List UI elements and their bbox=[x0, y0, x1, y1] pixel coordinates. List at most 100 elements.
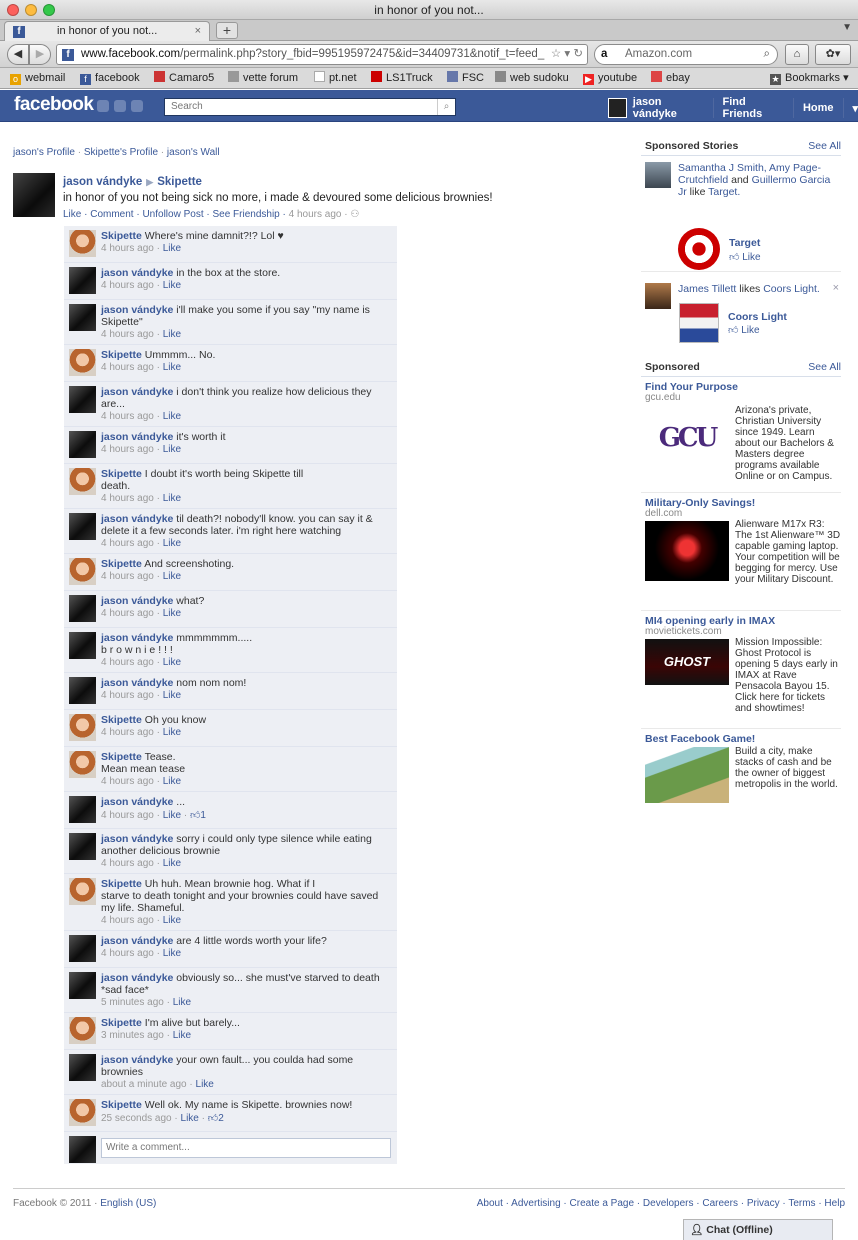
game-city-image[interactable] bbox=[645, 747, 729, 803]
facebook-logo[interactable]: facebook bbox=[14, 94, 94, 116]
browser-tab[interactable]: f in honor of you not... × bbox=[4, 21, 210, 41]
commenter-avatar[interactable] bbox=[69, 1017, 96, 1044]
comment-like-link[interactable]: Like bbox=[163, 280, 181, 291]
commenter-avatar[interactable] bbox=[69, 558, 96, 585]
comment-like-link[interactable]: Like bbox=[163, 657, 181, 668]
comment-like-link[interactable]: Like bbox=[163, 243, 181, 254]
comment-like-link[interactable]: Like bbox=[163, 329, 181, 340]
commenter-avatar[interactable] bbox=[69, 431, 96, 458]
ad-dell[interactable]: Military-Only Savings! dell.com Alienwar… bbox=[641, 497, 841, 611]
comment-like-link[interactable]: Like bbox=[163, 571, 181, 582]
commenter-avatar[interactable] bbox=[69, 632, 96, 659]
comment-input[interactable]: Write a comment... bbox=[101, 1138, 391, 1158]
addon-menu-button[interactable]: ✿▾ bbox=[815, 44, 851, 65]
commenter-name-link[interactable]: jason vándyke bbox=[101, 972, 173, 984]
home-button[interactable]: ⌂ bbox=[785, 44, 809, 65]
coors-brand-link[interactable]: Coors Light bbox=[728, 311, 787, 323]
amazon-engine-icon[interactable]: a bbox=[601, 45, 607, 64]
commenter-name-link[interactable]: jason vándyke bbox=[101, 935, 173, 947]
ad-facebook-game[interactable]: Best Facebook Game! Build a city, make s… bbox=[641, 733, 841, 807]
commenter-name-link[interactable]: Skipette bbox=[101, 751, 142, 763]
post-author-link[interactable]: jason vándyke bbox=[63, 176, 142, 188]
comment-like-link[interactable]: Like bbox=[163, 948, 181, 959]
url-controls[interactable]: ☆ ▾ ↻ bbox=[546, 45, 583, 64]
comment-like-count[interactable]: 👍︎1 bbox=[190, 810, 206, 821]
search-icon[interactable]: ⌕ bbox=[764, 45, 770, 64]
breadcrumb-skipette-profile[interactable]: Skipette's Profile bbox=[84, 147, 158, 158]
story-friend-name[interactable]: James Tillett bbox=[678, 283, 736, 295]
account-menu-chevron-icon[interactable]: ▾ bbox=[852, 102, 858, 115]
bookmarks-menu[interactable]: ★ Bookmarks ▾ bbox=[770, 68, 849, 88]
friends-privacy-icon[interactable]: ⚇ bbox=[350, 209, 359, 220]
language-link[interactable]: English (US) bbox=[100, 1198, 156, 1209]
gcu-logo[interactable]: GCU bbox=[645, 407, 729, 469]
bookmark-webmail[interactable]: o webmail bbox=[10, 68, 65, 88]
friend-requests-icon[interactable] bbox=[97, 100, 109, 112]
zoom-window-icon[interactable] bbox=[43, 4, 55, 16]
comment-like-link[interactable]: Like bbox=[163, 362, 181, 373]
commenter-name-link[interactable]: Skipette bbox=[101, 1017, 142, 1029]
ad-title[interactable]: Best Facebook Game! bbox=[645, 733, 755, 745]
bookmark-ebay[interactable]: ebay bbox=[651, 68, 690, 88]
commenter-avatar[interactable] bbox=[69, 751, 96, 778]
comment-like-link[interactable]: Like bbox=[163, 776, 181, 787]
commenter-name-link[interactable]: Skipette bbox=[101, 714, 142, 726]
commenter-name-link[interactable]: jason vándyke bbox=[101, 595, 173, 607]
post-author-avatar[interactable] bbox=[13, 173, 55, 217]
comment-like-link[interactable]: Like bbox=[173, 1030, 191, 1041]
comment-like-link[interactable]: Like bbox=[163, 411, 181, 422]
bookmark-fsc[interactable]: FSC bbox=[447, 68, 484, 88]
breadcrumb-jason-profile[interactable]: jason's Profile bbox=[13, 147, 75, 158]
bookmark-ls1truck[interactable]: LS1Truck bbox=[371, 68, 433, 88]
minimize-window-icon[interactable] bbox=[25, 4, 37, 16]
window-controls[interactable] bbox=[7, 4, 55, 16]
coors-light-logo[interactable] bbox=[679, 303, 719, 343]
friend-avatar[interactable] bbox=[645, 162, 671, 188]
chat-bar[interactable]: 👤︎ Chat (Offline) bbox=[683, 1219, 833, 1240]
bookmark-vette-forum[interactable]: vette forum bbox=[228, 68, 298, 88]
comment-like-link[interactable]: Like bbox=[163, 858, 181, 869]
comment-like-link[interactable]: Like bbox=[173, 997, 191, 1008]
bookmark-facebook[interactable]: f facebook bbox=[80, 68, 140, 88]
bookmark-web-sudoku[interactable]: web sudoku bbox=[495, 68, 569, 88]
comment-like-link[interactable]: Like bbox=[163, 915, 181, 926]
commenter-avatar[interactable] bbox=[69, 1054, 96, 1081]
messages-icon[interactable] bbox=[114, 100, 126, 112]
commenter-avatar[interactable] bbox=[69, 972, 96, 999]
commenter-name-link[interactable]: jason vándyke bbox=[101, 304, 173, 316]
commenter-avatar[interactable] bbox=[69, 304, 96, 331]
commenter-name-link[interactable]: jason vándyke bbox=[101, 431, 173, 443]
commenter-avatar[interactable] bbox=[69, 833, 96, 860]
commenter-name-link[interactable]: Skipette bbox=[101, 558, 142, 570]
comment-like-link[interactable]: Like bbox=[181, 1113, 199, 1124]
facebook-search-input[interactable]: Search ⌕ bbox=[164, 98, 456, 116]
history-dropdown-icon[interactable]: ▾ bbox=[564, 48, 570, 60]
comment-like-link[interactable]: Like bbox=[163, 608, 181, 619]
commenter-avatar[interactable] bbox=[69, 878, 96, 905]
friend-avatar[interactable] bbox=[645, 283, 671, 309]
notifications-globe-icon[interactable] bbox=[131, 100, 143, 112]
commenter-avatar[interactable] bbox=[69, 677, 96, 704]
commenter-avatar[interactable] bbox=[69, 1099, 96, 1126]
user-avatar[interactable] bbox=[608, 98, 627, 118]
target-brand-link[interactable]: Target bbox=[729, 237, 760, 249]
back-button[interactable]: ◀ bbox=[7, 44, 29, 65]
commenter-avatar[interactable] bbox=[69, 513, 96, 540]
commenter-avatar[interactable] bbox=[69, 468, 96, 495]
commenter-avatar[interactable] bbox=[69, 349, 96, 376]
commenter-name-link[interactable]: jason vándyke bbox=[101, 386, 173, 398]
commenter-name-link[interactable]: jason vándyke bbox=[101, 1054, 173, 1066]
comment-like-link[interactable]: Like bbox=[163, 727, 181, 738]
target-logo[interactable] bbox=[678, 228, 720, 270]
alienware-image[interactable] bbox=[645, 521, 729, 581]
commenter-avatar[interactable] bbox=[69, 267, 96, 294]
commenter-name-link[interactable]: jason vándyke bbox=[101, 833, 173, 845]
sponsored-see-all[interactable]: See All bbox=[808, 361, 841, 373]
commenter-avatar[interactable] bbox=[69, 796, 96, 823]
commenter-name-link[interactable]: jason vándyke bbox=[101, 632, 173, 644]
bookmark-star-icon[interactable]: ☆ bbox=[551, 48, 561, 60]
commenter-name-link[interactable]: Skipette bbox=[101, 878, 142, 890]
commenter-avatar[interactable] bbox=[69, 230, 96, 257]
story-page-link[interactable]: Target. bbox=[708, 186, 740, 198]
comment-like-count[interactable]: 👍︎2 bbox=[208, 1113, 224, 1124]
